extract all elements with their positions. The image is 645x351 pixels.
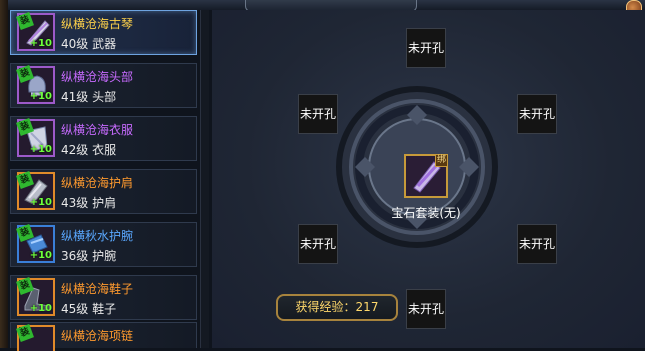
- shoulder-icon: 装 +10: [16, 171, 55, 210]
- list-item[interactable]: 装 +10 纵横沧海鞋子 45级 鞋子: [10, 275, 197, 320]
- list-item[interactable]: 装 +10 纵横沧海护肩 43级 护肩: [10, 169, 197, 214]
- item-level: 36级 护腕: [61, 249, 117, 263]
- list-item[interactable]: 装 +10 纵横沧海衣服 42级 衣服: [10, 116, 197, 161]
- list-item[interactable]: 装 +10 纵横沧海头部 41级 头部: [10, 63, 197, 108]
- item-name: 纵横沧海衣服: [61, 123, 134, 137]
- item-level: 43级 护肩: [61, 196, 117, 210]
- enhance-level: +10: [29, 38, 52, 49]
- gem-set-label: 宝石套装(无): [391, 206, 461, 220]
- item-name: 纵横沧海项链: [61, 329, 134, 343]
- item-name: 纵横沧海头部: [61, 70, 134, 84]
- gem-slot-lower-right[interactable]: 未开孔: [517, 224, 557, 264]
- item-level: 45级 鞋子: [61, 302, 117, 316]
- item-name: 纵横沧海护肩: [61, 176, 134, 190]
- shoes-icon: 装 +10: [16, 277, 55, 316]
- scrollbar[interactable]: [200, 10, 209, 348]
- gem-slot-bottom[interactable]: 未开孔: [406, 289, 446, 329]
- enhance-level: +10: [29, 303, 52, 314]
- item-level: 42级 衣服: [61, 143, 117, 157]
- item-name: 纵横秋水护腕: [61, 229, 134, 243]
- helmet-icon: 装 +10: [16, 65, 55, 104]
- gem-slot-top[interactable]: 未开孔: [406, 28, 446, 68]
- item-name: 纵横沧海古琴: [61, 17, 134, 31]
- list-item[interactable]: 装 纵横沧海项链: [10, 322, 197, 351]
- armor-icon: 装 +10: [16, 118, 55, 157]
- bracer-icon: 装 +10: [16, 224, 55, 263]
- item-name: 纵横沧海鞋子: [61, 282, 134, 296]
- enhance-level: +10: [29, 197, 52, 208]
- exp-reward: 获得经验：217: [276, 294, 398, 321]
- necklace-icon: 装: [16, 324, 55, 351]
- guqin-icon: 装 +10: [16, 12, 55, 51]
- enhance-level: +10: [29, 91, 52, 102]
- gem-slot-lower-left[interactable]: 未开孔: [298, 224, 338, 264]
- left-frame-edge: [0, 0, 8, 348]
- enhance-level: +10: [29, 250, 52, 261]
- equip-tag: 装: [16, 324, 34, 342]
- guqin-icon[interactable]: 绑: [404, 154, 448, 198]
- equipment-list: 装 +10 纵横沧海古琴 40级 武器 装 +10 纵横沧海头部 41级 头部 …: [10, 10, 198, 351]
- enhance-level: +10: [29, 144, 52, 155]
- gem-slot-upper-left[interactable]: 未开孔: [298, 94, 338, 134]
- list-item[interactable]: 装 +10 纵横秋水护腕 36级 护腕: [10, 222, 197, 267]
- item-level: 40级 武器: [61, 37, 117, 51]
- gem-slot-upper-right[interactable]: 未开孔: [517, 94, 557, 134]
- bound-tag: 绑: [434, 154, 448, 167]
- list-item[interactable]: 装 +10 纵横沧海古琴 40级 武器: [10, 10, 197, 55]
- item-level: 41级 头部: [61, 90, 117, 104]
